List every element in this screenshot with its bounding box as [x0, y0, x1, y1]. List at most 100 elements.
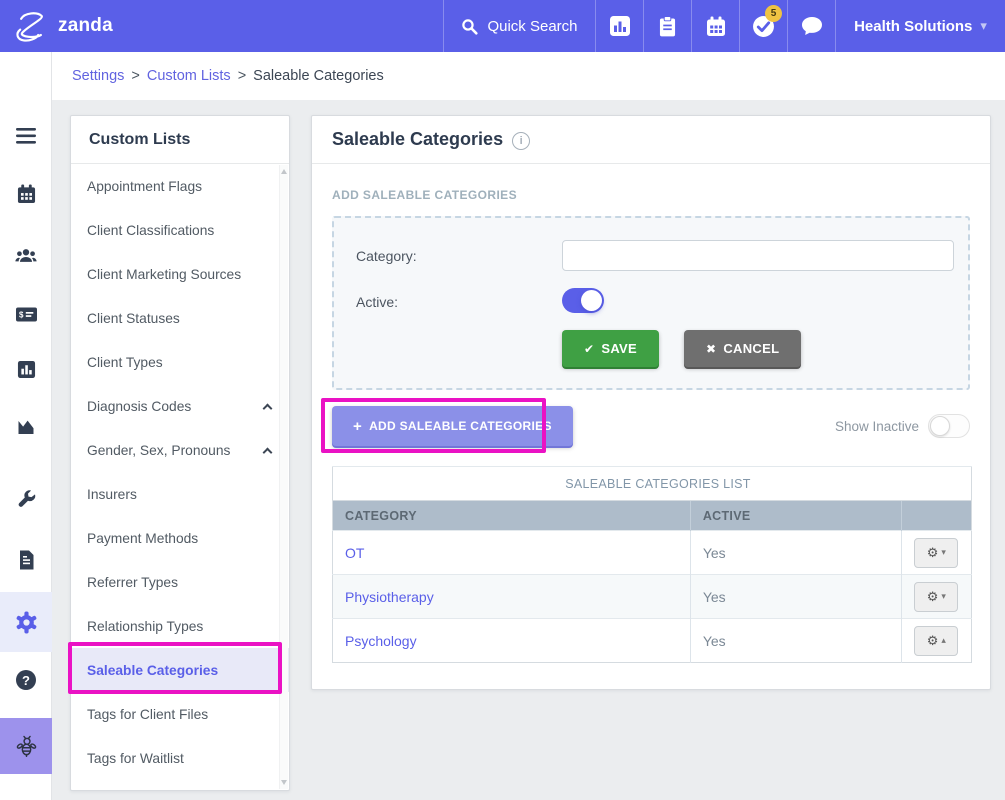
- list-item-client-classifications[interactable]: Client Classifications: [71, 208, 289, 252]
- money-check-icon: $: [16, 307, 37, 322]
- sidebar-item-calendar[interactable]: [0, 172, 52, 216]
- wrench-icon: [16, 489, 36, 509]
- caret-up-icon: ▴: [941, 635, 946, 646]
- show-inactive-toggle[interactable]: [928, 414, 970, 438]
- list-item-appointment-flags[interactable]: Appointment Flags: [71, 164, 289, 208]
- list-item-relationship-types[interactable]: Relationship Types: [71, 604, 289, 648]
- gear-icon: ⚙: [927, 545, 939, 561]
- active-value: Yes: [703, 545, 726, 561]
- sidebar-item-documents[interactable]: [0, 538, 52, 582]
- chevron-up-icon: [263, 403, 273, 413]
- clipboard-icon: [659, 16, 676, 37]
- top-navbar: zanda Quick Search: [0, 0, 1005, 52]
- brand-name: zanda: [58, 15, 113, 37]
- list-item-client-marketing-sources[interactable]: Client Marketing Sources: [71, 252, 289, 296]
- scroll-down-arrow[interactable]: [281, 780, 287, 785]
- check-icon: ✔: [584, 342, 594, 356]
- table-row: Psychology Yes ⚙ ▴: [333, 619, 972, 663]
- category-link[interactable]: Physiotherapy: [345, 589, 434, 605]
- custom-lists-scrollbar[interactable]: [279, 165, 288, 789]
- list-item-insurers[interactable]: Insurers: [71, 472, 289, 516]
- toggle-knob: [930, 416, 950, 436]
- gear-icon: [15, 611, 38, 634]
- brand-logo[interactable]: zanda: [0, 0, 113, 52]
- sidebar-item-assistant[interactable]: [0, 718, 52, 774]
- category-label: Category:: [356, 248, 417, 264]
- notes-nav-button[interactable]: [643, 0, 691, 52]
- bar-chart-icon: [610, 16, 630, 36]
- calendar-nav-button[interactable]: [691, 0, 739, 52]
- active-value: Yes: [703, 589, 726, 605]
- show-inactive-control: Show Inactive: [835, 414, 970, 438]
- panel-header: Saleable Categories i: [312, 116, 990, 164]
- add-section-label: ADD SALEABLE CATEGORIES: [332, 188, 970, 202]
- custom-lists-list: Appointment Flags Client Classifications…: [71, 164, 289, 790]
- sidebar-item-help[interactable]: ?: [0, 658, 52, 702]
- row-actions-button[interactable]: ⚙ ▾: [914, 538, 958, 568]
- scroll-up-arrow[interactable]: [281, 169, 287, 174]
- list-item-referrer-types[interactable]: Referrer Types: [71, 560, 289, 604]
- panel-body: ADD SALEABLE CATEGORIES Category: Active…: [312, 188, 990, 663]
- row-actions-button[interactable]: ⚙ ▾: [914, 582, 958, 612]
- category-link[interactable]: Psychology: [345, 633, 417, 649]
- breadcrumb-separator: >: [238, 68, 246, 84]
- sidebar-item-tools[interactable]: [0, 477, 52, 521]
- list-item-tags-for-client-files[interactable]: Tags for Client Files: [71, 692, 289, 736]
- cancel-button[interactable]: ✖ CANCEL: [684, 330, 801, 367]
- x-icon: ✖: [706, 342, 716, 356]
- breadcrumb: Settings > Custom Lists > Saleable Categ…: [52, 52, 1005, 100]
- column-header-actions: [901, 501, 971, 531]
- calendar-icon: [706, 16, 726, 37]
- sidebar-item-reports[interactable]: [0, 347, 52, 391]
- list-item-diagnosis-codes[interactable]: Diagnosis Codes: [71, 384, 289, 428]
- info-icon[interactable]: i: [512, 132, 530, 150]
- chat-bubble-icon: [801, 16, 823, 36]
- chevron-down-icon: ▾: [980, 18, 987, 34]
- add-saleable-categories-button[interactable]: + ADD SALEABLE CATEGORIES: [332, 406, 573, 446]
- caret-down-icon: ▾: [941, 547, 946, 558]
- sidebar-item-analytics[interactable]: [0, 404, 52, 448]
- bee-icon: [15, 735, 38, 758]
- category-input[interactable]: [562, 240, 954, 271]
- account-menu[interactable]: Health Solutions ▾: [835, 0, 1005, 52]
- users-icon: [15, 247, 37, 265]
- table-header-row: CATEGORY ACTIVE: [333, 501, 972, 531]
- tasks-nav-button[interactable]: 5: [739, 0, 787, 52]
- list-item-gender-sex-pronouns[interactable]: Gender, Sex, Pronouns: [71, 428, 289, 472]
- breadcrumb-settings[interactable]: Settings: [72, 68, 124, 84]
- question-icon: ?: [16, 670, 36, 690]
- active-toggle[interactable]: [562, 288, 604, 313]
- sidebar-menu-toggle[interactable]: [0, 114, 52, 158]
- table-caption: SALEABLE CATEGORIES LIST: [333, 467, 972, 501]
- navbar-right-group: Quick Search: [443, 0, 1005, 52]
- saleable-categories-table: SALEABLE CATEGORIES LIST CATEGORY ACTIVE…: [332, 466, 972, 663]
- messages-nav-button[interactable]: [787, 0, 835, 52]
- actions-row: + ADD SALEABLE CATEGORIES Show Inactive: [332, 406, 970, 446]
- search-icon: [461, 18, 478, 35]
- list-item-payment-methods[interactable]: Payment Methods: [71, 516, 289, 560]
- list-item-tags-for-waitlist[interactable]: Tags for Waitlist: [71, 736, 289, 780]
- save-button[interactable]: ✔ SAVE: [562, 330, 659, 367]
- list-item-client-types[interactable]: Client Types: [71, 340, 289, 384]
- area-chart-icon: [16, 417, 36, 435]
- list-item-client-statuses[interactable]: Client Statuses: [71, 296, 289, 340]
- breadcrumb-separator: >: [131, 68, 139, 84]
- account-label: Health Solutions: [854, 18, 972, 35]
- category-link[interactable]: OT: [345, 545, 364, 561]
- breadcrumb-custom-lists[interactable]: Custom Lists: [147, 68, 231, 84]
- caret-down-icon: ▾: [941, 591, 946, 602]
- gear-icon: ⚙: [927, 589, 939, 605]
- page-title: Saleable Categories: [332, 129, 503, 150]
- zanda-logo-icon: [13, 8, 49, 44]
- hamburger-icon: [16, 128, 36, 144]
- svg-text:$: $: [18, 310, 23, 319]
- list-item-saleable-categories[interactable]: Saleable Categories: [71, 648, 289, 692]
- sidebar-item-billing[interactable]: $: [0, 292, 52, 336]
- quick-search-button[interactable]: Quick Search: [443, 0, 595, 52]
- reports-nav-button[interactable]: [595, 0, 643, 52]
- sidebar-item-settings[interactable]: [0, 592, 52, 652]
- sidebar-item-clients[interactable]: [0, 234, 52, 278]
- row-actions-button[interactable]: ⚙ ▴: [914, 626, 958, 656]
- left-sidebar: $: [0, 52, 52, 800]
- column-header-category: CATEGORY: [333, 501, 691, 531]
